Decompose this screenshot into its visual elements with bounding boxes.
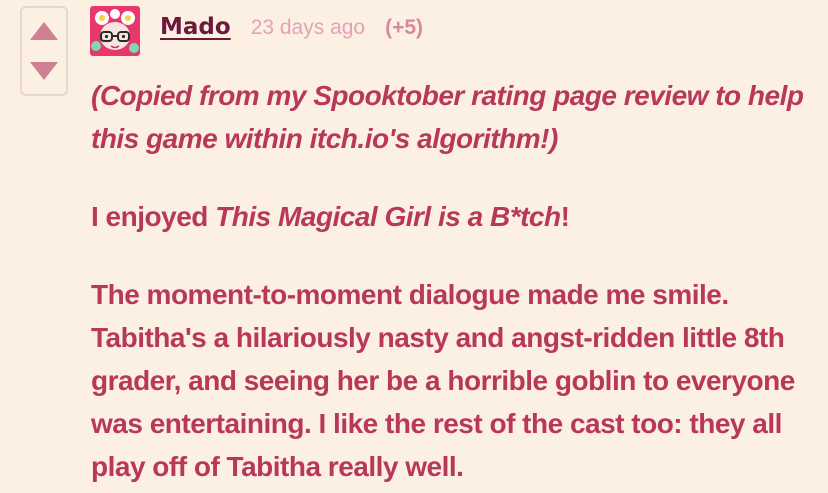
triangle-up-icon [30,22,58,40]
comment-paragraph-1: (Copied from my Spooktober rating page r… [91,80,804,154]
comment-header: Mado 23 days ago (+5) [160,14,423,50]
upvote-button[interactable] [28,20,60,42]
vote-box [20,6,68,96]
avatar[interactable] [90,6,140,56]
comment-score: (+5) [385,16,424,39]
comment-paragraph-3: The moment-to-moment dialogue made me sm… [91,279,795,482]
comment-timestamp[interactable]: 23 days ago [251,16,365,40]
paragraph-2-suffix: ! [560,201,570,232]
comment-body: (Copied from my Spooktober rating page r… [91,74,811,488]
game-title: This Magical Girl is a B*tch [215,201,561,232]
avatar-image [90,6,140,56]
comment-paragraph-2: I enjoyed This Magical Girl is a B*tch! [91,195,811,238]
triangle-down-icon [30,62,58,80]
downvote-button[interactable] [28,60,60,82]
paragraph-2-prefix: I enjoyed [91,201,216,232]
author-link[interactable]: Mado [160,14,231,40]
